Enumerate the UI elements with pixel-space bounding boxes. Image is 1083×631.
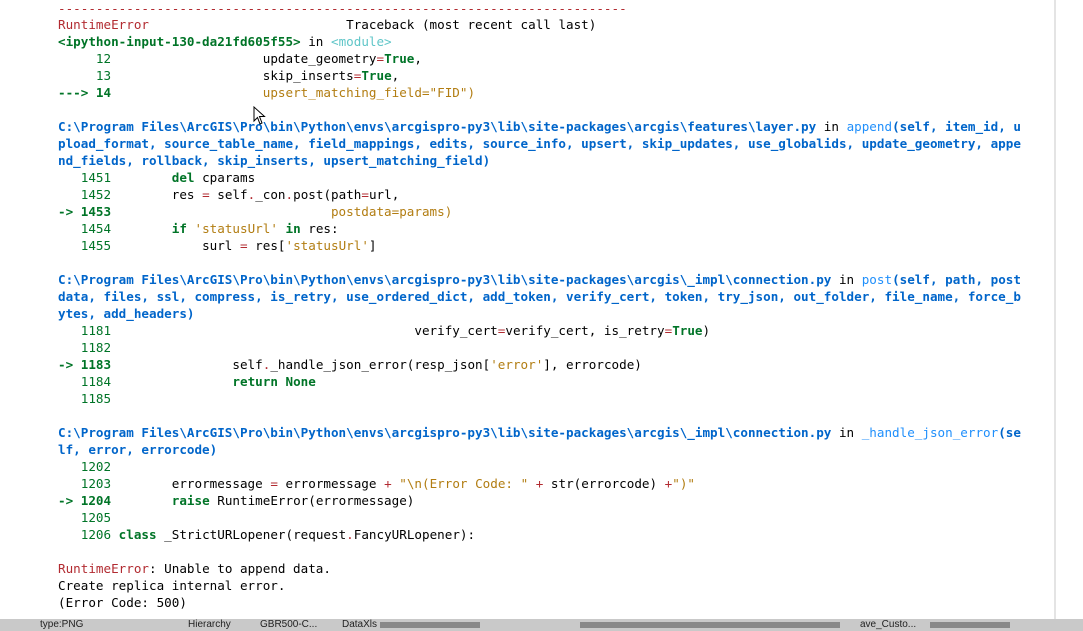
line-number: 1202 <box>58 459 112 474</box>
code-line: 1205 <box>58 509 111 526</box>
code-line: 1202 <box>58 458 111 475</box>
current-line-arrow: ---> 14 <box>58 85 112 100</box>
line-number: 1454 <box>58 221 112 236</box>
code-line: 1206 class _StrictURLopener(request.Fanc… <box>58 527 476 542</box>
code-line: 1182 <box>58 339 111 356</box>
line-number: 1181 <box>58 323 112 338</box>
taskbar-item[interactable]: DataXls <box>342 619 377 631</box>
in-word: in <box>816 119 847 134</box>
taskbar-item[interactable]: ave_Custo... <box>860 619 916 631</box>
file-path: C:\Program Files\ArcGIS\Pro\bin\Python\e… <box>58 425 832 440</box>
line-number: 1182 <box>58 340 112 355</box>
code-line-current: -> 1453 postdata=params) <box>58 204 453 219</box>
frame-path: C:\Program Files\ArcGIS\Pro\bin\Python\e… <box>58 271 1021 288</box>
signature-part: (self, path, post <box>892 272 1021 287</box>
line-number: 1185 <box>58 391 112 406</box>
signature-line: nd_fields, rollback, skip_inserts, upser… <box>58 153 491 168</box>
function-name: post <box>861 272 893 287</box>
signature-part: (self, item_id, u <box>892 119 1021 134</box>
code-line: 1455 surl = res['statusUrl'] <box>58 238 377 253</box>
line-number: 1203 <box>58 476 112 491</box>
mouse-cursor-icon <box>253 106 266 125</box>
line-number: 1205 <box>58 510 112 525</box>
right-margin <box>1056 0 1083 619</box>
input-location: <ipython-input-130-da21fd605f55> <box>58 34 301 49</box>
code-line: 1185 <box>58 390 111 407</box>
traceback-header: RuntimeError Traceback (most recent call… <box>58 16 596 33</box>
frame-location: <ipython-input-130-da21fd605f55> in <mod… <box>58 33 392 50</box>
signature-line: data, files, ssl, compress, is_retry, us… <box>58 289 1021 304</box>
line-number: 1184 <box>58 374 112 389</box>
code-line-current: -> 1183 self._handle_json_error(resp_jso… <box>58 357 642 372</box>
current-line-arrow: -> 1204 <box>58 493 112 508</box>
error-name: RuntimeError <box>58 17 149 32</box>
taskbar-button[interactable] <box>930 622 1010 628</box>
code-line: 1451 del cparams <box>58 170 256 185</box>
final-error-message: : Unable to append data. <box>149 561 331 576</box>
taskbar-item[interactable]: GBR500-C... <box>260 619 317 631</box>
signature-line: ytes, add_headers) <box>58 306 195 321</box>
in-word: in <box>831 425 862 440</box>
file-path: C:\Program Files\ArcGIS\Pro\bin\Python\e… <box>58 272 832 287</box>
line-number: 12 <box>58 51 112 66</box>
current-line-arrow: -> 1453 <box>58 204 112 219</box>
final-error-code: (Error Code: 500) <box>58 595 187 610</box>
traceback-title: Traceback (most recent call last) <box>346 17 597 32</box>
in-word: in <box>300 34 331 49</box>
frame-path: C:\Program Files\ArcGIS\Pro\bin\Python\e… <box>58 424 1021 441</box>
taskbar-button[interactable] <box>380 622 480 628</box>
code-line: 13 skip_inserts=True, <box>58 68 400 83</box>
code-line: 1203 errormessage = errormessage + "\n(E… <box>58 476 696 491</box>
file-path: C:\Program Files\ArcGIS\Pro\bin\Python\e… <box>58 119 817 134</box>
line-number: 13 <box>58 68 112 83</box>
in-word: in <box>831 272 862 287</box>
final-error-detail: Create replica internal error. <box>58 578 286 593</box>
taskbar: type:PNG Hierarchy GBR500-C... DataXls a… <box>0 619 1083 631</box>
notebook-output-area: ----------------------------------------… <box>0 0 1054 619</box>
code-line: 1454 if 'statusUrl' in res: <box>58 221 339 236</box>
taskbar-button[interactable] <box>580 622 840 628</box>
module-name: <module> <box>330 34 392 49</box>
separator-line: ----------------------------------------… <box>58 1 627 16</box>
final-error: RuntimeError: Unable to append data. <box>58 560 331 577</box>
current-line-arrow: -> 1183 <box>58 357 112 372</box>
line-number: 1455 <box>58 238 112 253</box>
signature-line: lf, error, errorcode) <box>58 442 218 457</box>
function-name: _handle_json_error <box>861 425 999 440</box>
frame-path: C:\Program Files\ArcGIS\Pro\bin\Python\e… <box>58 118 1021 135</box>
line-number: 1451 <box>58 170 112 185</box>
taskbar-item[interactable]: type:PNG <box>40 619 83 631</box>
function-name: append <box>846 119 893 134</box>
taskbar-item[interactable]: Hierarchy <box>188 619 231 631</box>
line-number: 1206 <box>58 527 112 542</box>
line-number: 1452 <box>58 187 112 202</box>
signature-part: (se <box>998 425 1021 440</box>
code-line-current: ---> 14 upsert_matching_field="FID") <box>58 85 476 100</box>
code-line: 1452 res = self._con.post(path=url, <box>58 187 400 202</box>
code-line: 1184 return None <box>58 374 316 389</box>
code-line-current: -> 1204 raise RuntimeError(errormessage) <box>58 493 415 508</box>
final-error-name: RuntimeError <box>58 561 149 576</box>
code-line: 1181 verify_cert=verify_cert, is_retry=T… <box>58 323 711 338</box>
signature-line: pload_format, source_table_name, field_m… <box>58 136 1021 151</box>
code-line: 12 update_geometry=True, <box>58 51 422 66</box>
